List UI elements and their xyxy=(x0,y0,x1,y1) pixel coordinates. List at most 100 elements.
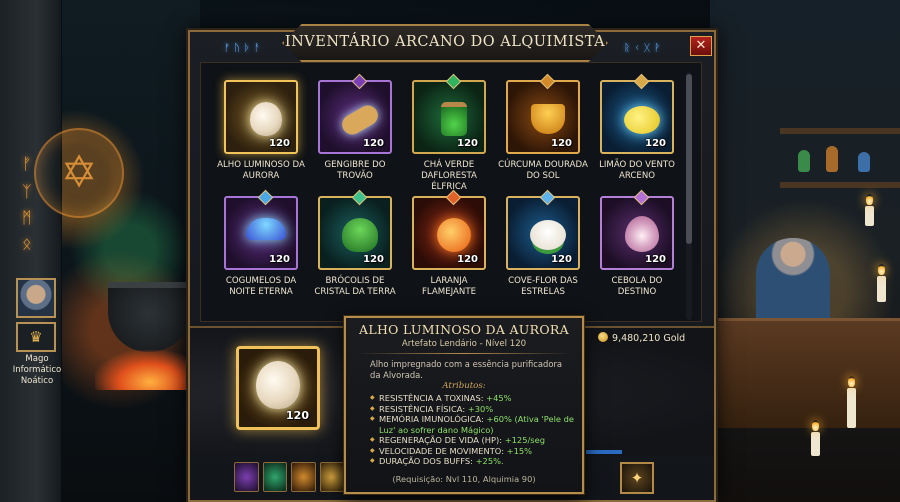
glowing-rune-icon: ᛗ xyxy=(22,208,32,227)
attribute-value: +30% xyxy=(467,403,494,414)
gold-coin-icon xyxy=(598,332,608,342)
character-crest-icon[interactable]: ♛ xyxy=(16,322,56,352)
slot-frame: 120 xyxy=(224,80,298,154)
tooltip-title: ALHO LUMINOSO DA AURORA xyxy=(359,322,569,337)
attribute-row: RESISTÊNCIA A TOXINAS: +45% xyxy=(370,393,580,404)
item-quantity: 120 xyxy=(551,138,572,149)
gold-amount: 9,480,210 Gold xyxy=(612,333,686,344)
header-runes-right: ᚱᚲᚷᚹ xyxy=(624,43,664,54)
slot-frame: 120 xyxy=(318,73,392,154)
shelf xyxy=(780,182,900,188)
item-name: Brócolis de Cristal da Terra xyxy=(314,276,396,297)
selected-item-slot[interactable]: 120 xyxy=(236,346,320,430)
inventory-scrollbar-thumb[interactable] xyxy=(686,74,692,244)
character-name-label: Mago Informático Noático xyxy=(12,354,62,386)
glowing-rune-icon: ᛉ xyxy=(22,182,32,201)
slot-frame: 120 xyxy=(600,189,674,270)
item-name: Chá Verde Dafloresta Élfrica xyxy=(421,160,477,192)
attribute-value: +25%. xyxy=(475,456,504,466)
hotbar-slot[interactable] xyxy=(319,462,344,492)
lemon-icon xyxy=(618,94,666,142)
broccoli-icon xyxy=(336,210,384,258)
attribute-value: +125/seg xyxy=(504,435,545,445)
slot-frame: 120 xyxy=(224,189,298,270)
potion-bottle-icon xyxy=(858,152,870,172)
potion-bottle-icon xyxy=(826,146,838,172)
candle-icon xyxy=(847,376,856,428)
item-quantity: 120 xyxy=(457,138,478,149)
attribute-row: RESISTÊNCIA FÍSICA: +30% xyxy=(370,404,580,415)
item-name: Alho Luminoso da Aurora xyxy=(217,160,305,181)
slot-frame: 120 xyxy=(506,189,580,270)
slot-frame: 120 xyxy=(318,189,392,270)
item-quantity: 120 xyxy=(269,138,290,149)
attribute-label: DURAÇÃO DOS BUFFS: xyxy=(379,456,473,466)
window-title: INVENTÁRIO ARCANO DO ALQUIMISTA xyxy=(284,34,606,50)
background-right-scene xyxy=(710,0,900,502)
potion-bottle-icon xyxy=(798,150,810,172)
magic-sigil-icon: ✡ xyxy=(34,128,124,218)
attribute-label: RESISTÊNCIA A TOXINAS: xyxy=(379,393,484,403)
hotbar-slot[interactable] xyxy=(234,462,259,492)
jar-icon xyxy=(430,94,478,142)
tooltip-attribute-list: RESISTÊNCIA A TOXINAS: +45% RESISTÊNCIA … xyxy=(370,393,580,467)
character-portrait-avatar[interactable] xyxy=(16,278,56,318)
tooltip-divider xyxy=(356,353,572,354)
candle-icon xyxy=(877,264,886,302)
item-name: Laranja Flamejante xyxy=(421,276,477,297)
attribute-row: REGENERAÇÃO DE VIDA (HP): +125/seg xyxy=(370,435,580,446)
item-name: Cogumelos da Noite Eterna xyxy=(225,276,297,297)
item-name: Gengibre do Trovão xyxy=(324,160,386,181)
item-name: Cebola do Destino xyxy=(611,276,663,297)
item-name: Cúrcuma Dourada do Sol xyxy=(498,160,588,181)
onion-icon xyxy=(618,210,666,258)
tooltip-description: Alho impregnado com a essência purificad… xyxy=(370,359,563,380)
item-name: Limão do Vento Arceno xyxy=(599,160,675,181)
mushroom-icon xyxy=(242,210,290,258)
garlic-icon xyxy=(256,361,300,409)
tooltip-subtitle: Artefato Lendário - Nível 120 xyxy=(401,339,527,349)
slot-frame: 120 xyxy=(600,73,674,154)
shelf xyxy=(780,128,900,134)
attribute-label: MEMÓRIA IMUNOLÓGICA: xyxy=(379,414,484,424)
attribute-row: VELOCIDADE DE MOVIMENTO: +15% xyxy=(370,446,580,457)
garlic-icon xyxy=(242,94,290,142)
background-left-scene: ᚠ ᛉ ᛗ ᛟ ✡ xyxy=(0,0,205,502)
candle-icon xyxy=(865,194,874,226)
wizard-figure xyxy=(756,238,830,328)
attribute-label: REGENERAÇÃO DE VIDA (HP): xyxy=(379,435,503,445)
item-quantity: 120 xyxy=(551,254,572,265)
tooltip-requirement: (Requisição: Nvl 110, Alquimia 90) xyxy=(392,474,536,484)
hotbar-slot[interactable] xyxy=(291,462,316,492)
slot-frame: 120 xyxy=(412,189,486,270)
hotbar xyxy=(234,462,344,494)
attribute-row: DURAÇÃO DOS BUFFS: +25%. xyxy=(370,456,580,467)
item-quantity: 120 xyxy=(645,254,666,265)
tooltip-attributes-header: Atributos: xyxy=(442,381,486,391)
gold-display: 9,480,210 Gold xyxy=(598,332,694,348)
item-name: Cove-Flor das Estrelas xyxy=(508,276,578,297)
cauldron-icon xyxy=(108,282,190,352)
item-quantity: 120 xyxy=(269,254,290,265)
close-button[interactable]: ✕ xyxy=(690,36,712,56)
attribute-value: +45% xyxy=(486,393,512,403)
candle-icon xyxy=(811,420,820,456)
attribute-label: VELOCIDADE DE MOVIMENTO: xyxy=(379,445,504,456)
guild-crest-icon[interactable]: ✦ xyxy=(620,462,654,494)
slot-frame: 120 xyxy=(506,73,580,154)
item-quantity: 120 xyxy=(457,254,478,265)
item-quantity: 120 xyxy=(363,138,384,149)
bowl-icon xyxy=(524,94,572,142)
item-quantity: 120 xyxy=(645,138,666,149)
wooden-desk xyxy=(710,318,900,428)
slot-frame: 120 xyxy=(412,73,486,154)
hotbar-slot[interactable] xyxy=(262,462,287,492)
header-runes-left: ᚠᚢᚦᚨ xyxy=(224,43,264,54)
cauliflower-icon xyxy=(524,210,572,258)
orange-fruit-icon xyxy=(430,210,478,258)
glowing-rune-icon: ᚠ xyxy=(22,154,32,173)
item-quantity: 120 xyxy=(363,254,384,265)
mana-bar xyxy=(586,450,622,454)
ginger-icon xyxy=(336,94,384,142)
attribute-row: MEMÓRIA IMUNOLÓGICA: +60% (Ativa 'Pele d… xyxy=(370,414,580,435)
